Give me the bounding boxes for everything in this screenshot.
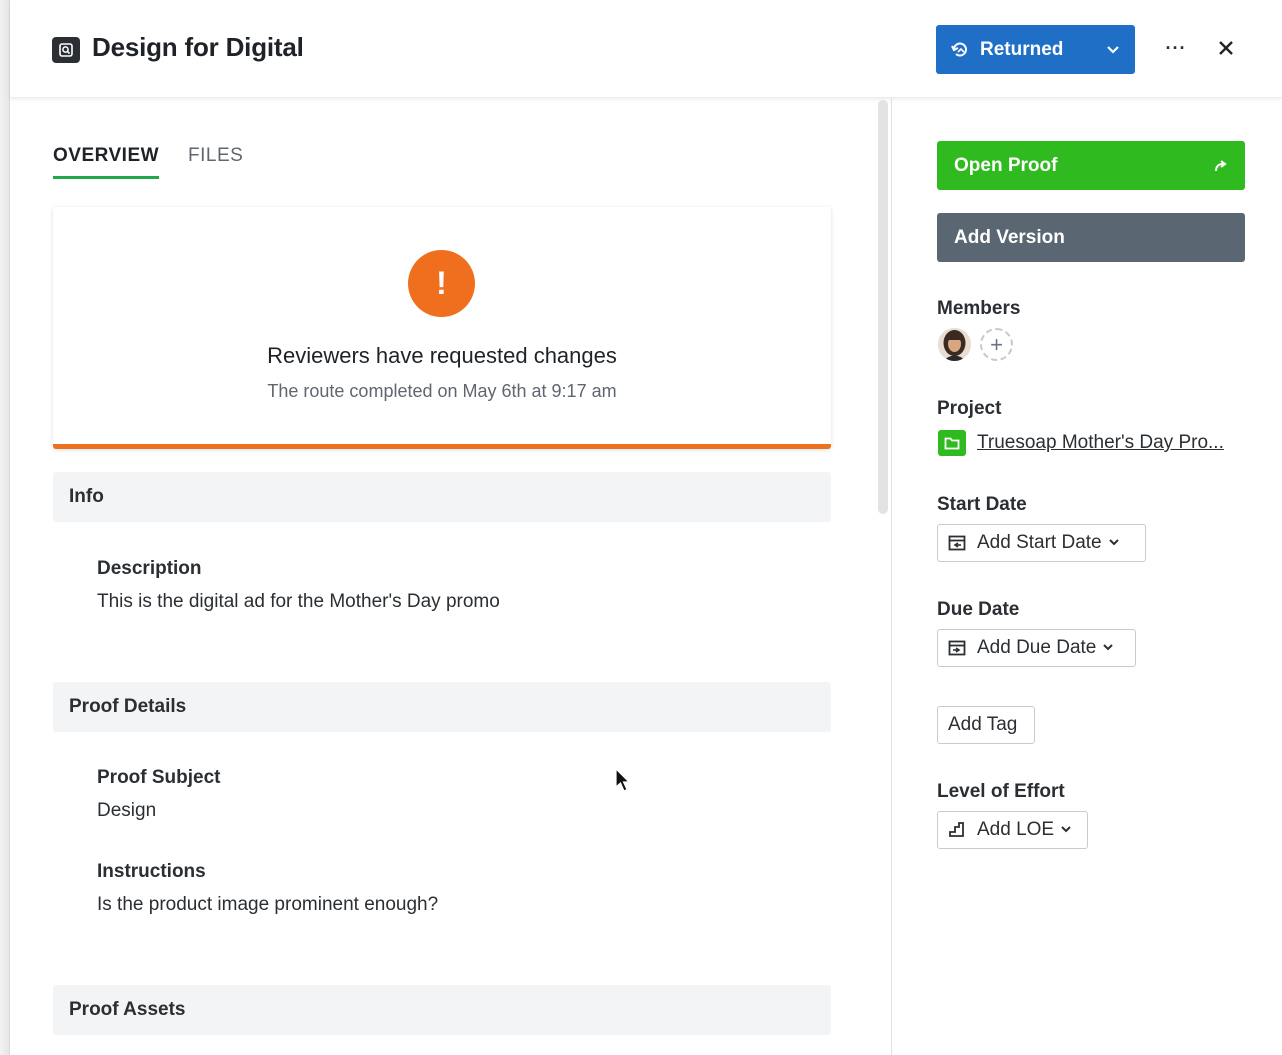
panel-header: Design for Digital Returned ··· — [10, 0, 1282, 98]
calendar-due-icon — [948, 639, 966, 657]
chevron-down-icon — [1060, 819, 1072, 841]
tab-files[interactable]: FILES — [188, 145, 243, 167]
project-link[interactable]: Truesoap Mother's Day Pro... — [977, 432, 1224, 454]
pointer-cursor-icon — [615, 767, 631, 799]
chevron-down-icon — [1102, 637, 1114, 659]
instructions-label: Instructions — [97, 861, 206, 882]
effort-icon — [948, 821, 966, 839]
level-of-effort-label: Level of Effort — [937, 781, 1065, 802]
status-label: Returned — [980, 38, 1064, 60]
due-date-label: Due Date — [937, 599, 1020, 620]
folder-icon — [938, 430, 966, 456]
window-left-edge — [0, 0, 10, 1055]
chevron-down-icon — [1105, 41, 1121, 62]
main-scrollbar[interactable] — [878, 100, 888, 514]
external-link-icon — [1214, 157, 1228, 179]
proof-subject-value: Design — [97, 800, 157, 821]
add-start-date-label: Add Start Date — [977, 532, 1102, 553]
alert-title: Reviewers have requested changes — [267, 343, 617, 368]
add-loe-label: Add LOE — [977, 819, 1055, 840]
description-label: Description — [97, 558, 202, 579]
tab-overview[interactable]: OVERVIEW — [53, 145, 160, 179]
description-value: This is the digital ad for the Mother's … — [97, 591, 500, 612]
add-version-button[interactable]: Add Version — [937, 213, 1245, 262]
return-icon — [950, 40, 970, 60]
panel-divider — [891, 98, 892, 1055]
section-info-header[interactable]: Info — [53, 472, 831, 522]
start-date-label: Start Date — [937, 494, 1027, 515]
open-proof-label: Open Proof — [954, 154, 1058, 176]
instructions-value: Is the product image prominent enough? — [97, 894, 439, 915]
proof-app-icon — [52, 37, 80, 63]
add-due-date-label: Add Due Date — [977, 637, 1097, 658]
members-label: Members — [937, 298, 1021, 319]
add-tag-button[interactable]: Add Tag — [937, 706, 1035, 744]
exclamation-icon: ! — [408, 250, 475, 317]
close-icon[interactable] — [1212, 34, 1240, 62]
add-start-date-button[interactable]: Add Start Date — [937, 524, 1146, 562]
proof-subject-label: Proof Subject — [97, 767, 221, 788]
alert-subtitle: The route completed on May 6th at 9:17 a… — [267, 381, 617, 401]
member-avatar[interactable] — [938, 328, 971, 361]
more-icon[interactable]: ··· — [1162, 34, 1190, 62]
chevron-down-icon — [1108, 532, 1120, 554]
add-due-date-button[interactable]: Add Due Date — [937, 629, 1136, 667]
add-member-button[interactable]: + — [980, 328, 1013, 361]
section-proof-assets-header[interactable]: Proof Assets — [53, 985, 831, 1035]
page-title: Design for Digital — [92, 32, 304, 62]
status-alert-card: ! Reviewers have requested changes The r… — [53, 207, 831, 449]
open-proof-button[interactable]: Open Proof — [937, 141, 1245, 190]
project-label: Project — [937, 398, 1002, 419]
status-dropdown-button[interactable]: Returned — [936, 25, 1135, 74]
section-proof-details-header[interactable]: Proof Details — [53, 682, 831, 732]
calendar-start-icon — [948, 534, 966, 552]
add-loe-button[interactable]: Add LOE — [937, 811, 1088, 849]
